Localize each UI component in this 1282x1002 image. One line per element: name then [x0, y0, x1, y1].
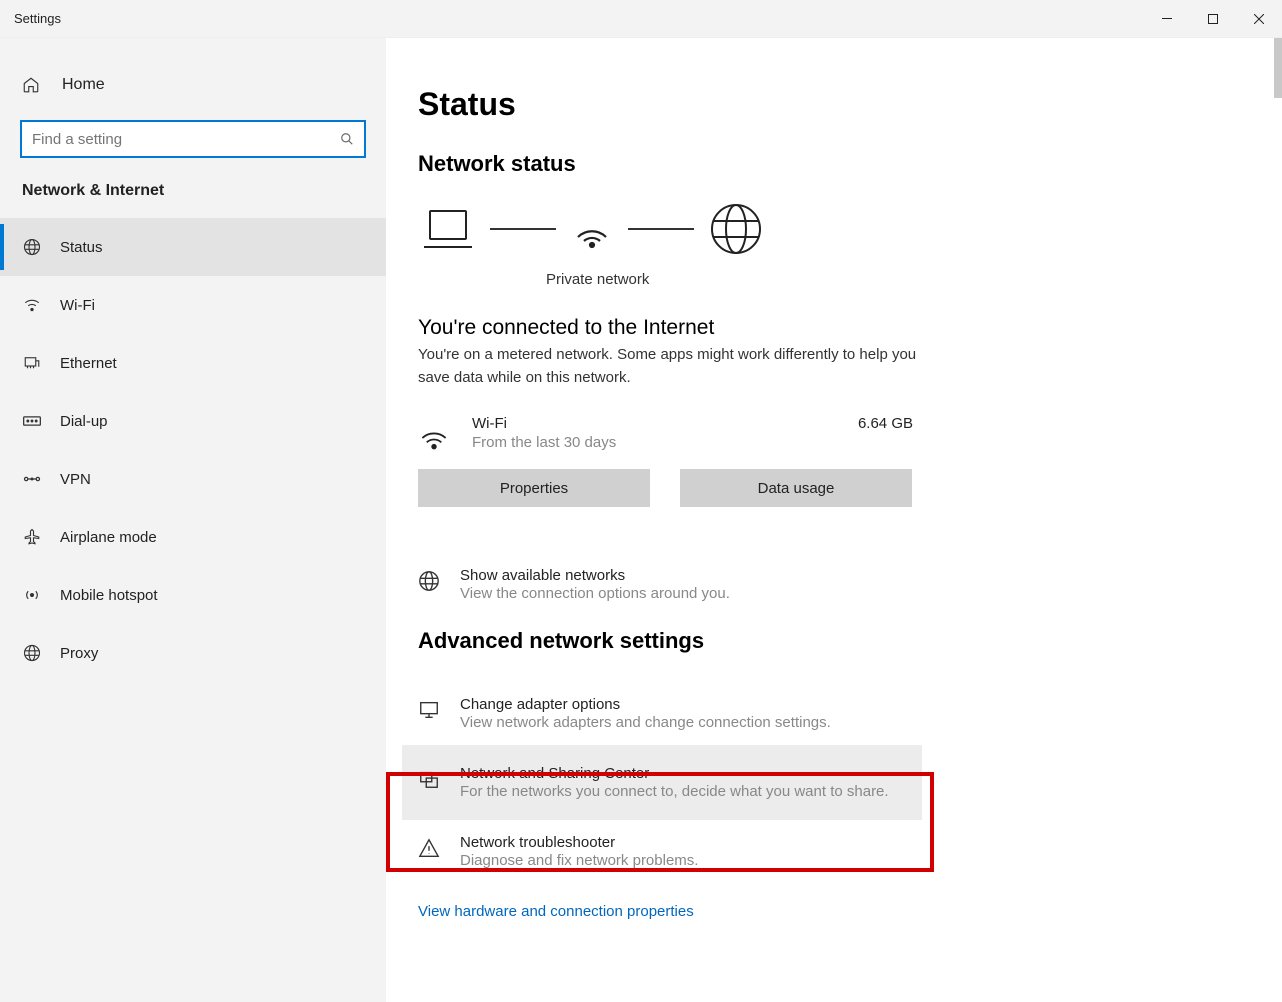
- globe-icon: [22, 238, 42, 256]
- network-diagram: [420, 201, 1282, 257]
- home-label: Home: [62, 76, 105, 94]
- properties-button[interactable]: Properties: [418, 469, 650, 507]
- airplane-icon: [22, 528, 42, 546]
- usage-row: Wi-Fi From the last 30 days 6.64 GB: [418, 415, 913, 451]
- option-desc: View network adapters and change connect…: [460, 714, 831, 731]
- close-button[interactable]: [1236, 0, 1282, 37]
- network-type: Private network: [546, 271, 1282, 288]
- usage-name: Wi-Fi: [472, 415, 858, 432]
- connector-line: [628, 228, 694, 230]
- window-title: Settings: [0, 11, 61, 26]
- search-box[interactable]: [20, 120, 366, 158]
- main-content: Status Network status Private network Yo…: [386, 38, 1282, 1002]
- hardware-link[interactable]: View hardware and connection properties: [418, 903, 1282, 920]
- option-title: Network and Sharing Center: [460, 765, 889, 782]
- nav-label: Airplane mode: [60, 529, 157, 546]
- vpn-icon: [22, 472, 42, 486]
- page-title: Status: [418, 86, 1282, 123]
- wifi-icon: [22, 296, 42, 314]
- sidebar-item-mobile-hotspot[interactable]: Mobile hotspot: [0, 566, 386, 624]
- advanced-option-network-and-sharing-center[interactable]: Network and Sharing CenterFor the networ…: [402, 745, 922, 820]
- connected-desc: You're on a metered network. Some apps m…: [418, 344, 918, 389]
- sidebar-item-airplane-mode[interactable]: Airplane mode: [0, 508, 386, 566]
- laptop-icon: [420, 207, 476, 251]
- data-usage-button[interactable]: Data usage: [680, 469, 912, 507]
- option-title: Change adapter options: [460, 696, 831, 713]
- search-icon: [340, 132, 354, 146]
- nav-label: Ethernet: [60, 355, 117, 372]
- option-title: Show available networks: [460, 567, 730, 584]
- connected-title: You're connected to the Internet: [418, 316, 1282, 340]
- usage-period: From the last 30 days: [472, 434, 858, 451]
- nav-label: VPN: [60, 471, 91, 488]
- section-title: Network status: [418, 151, 1282, 177]
- nav-label: Wi-Fi: [60, 297, 95, 314]
- minimize-button[interactable]: [1144, 0, 1190, 37]
- advanced-option-change-adapter-options[interactable]: Change adapter optionsView network adapt…: [418, 682, 938, 745]
- wifi-icon: [418, 419, 450, 451]
- wifi-icon: [570, 207, 614, 251]
- sidebar-item-dial-up[interactable]: Dial-up: [0, 392, 386, 450]
- search-input[interactable]: [32, 131, 340, 148]
- sidebar-item-proxy[interactable]: Proxy: [0, 624, 386, 682]
- nav-label: Dial-up: [60, 413, 108, 430]
- sidebar-home[interactable]: Home: [0, 66, 386, 104]
- sidebar-item-vpn[interactable]: VPN: [0, 450, 386, 508]
- option-desc: For the networks you connect to, decide …: [460, 783, 889, 800]
- sidebar: Home Network & Internet Status Wi-Fi Ether…: [0, 38, 386, 1002]
- nav-label: Status: [60, 239, 103, 256]
- nav-list: Status Wi-Fi Ethernet Dial-up VPN Airplane mo…: [0, 218, 386, 1002]
- hotspot-icon: [22, 586, 42, 604]
- connector-line: [490, 228, 556, 230]
- window-controls: [1144, 0, 1282, 37]
- option-desc: View the connection options around you.: [460, 585, 730, 602]
- sidebar-item-ethernet[interactable]: Ethernet: [0, 334, 386, 392]
- titlebar: Settings: [0, 0, 1282, 38]
- option-title: Network troubleshooter: [460, 834, 698, 851]
- home-icon: [22, 76, 40, 94]
- advanced-option-network-troubleshooter[interactable]: Network troubleshooterDiagnose and fix n…: [418, 820, 938, 883]
- globe-icon: [418, 570, 442, 592]
- globe-icon: [708, 201, 764, 257]
- share-icon: [418, 768, 442, 790]
- sidebar-item-wi-fi[interactable]: Wi-Fi: [0, 276, 386, 334]
- sidebar-item-status[interactable]: Status: [0, 218, 386, 276]
- advanced-title: Advanced network settings: [418, 628, 1282, 654]
- dialup-icon: [22, 414, 42, 428]
- scrollbar[interactable]: [1274, 38, 1282, 98]
- nav-label: Mobile hotspot: [60, 587, 158, 604]
- globe-icon: [22, 644, 42, 662]
- show-networks-option[interactable]: Show available networks View the connect…: [418, 553, 938, 616]
- ethernet-icon: [22, 354, 42, 372]
- option-desc: Diagnose and fix network problems.: [460, 852, 698, 869]
- monitor-icon: [418, 699, 442, 721]
- warning-icon: [418, 837, 442, 859]
- sidebar-category: Network & Internet: [0, 182, 386, 218]
- nav-label: Proxy: [60, 645, 98, 662]
- usage-amount: 6.64 GB: [858, 415, 913, 432]
- maximize-button[interactable]: [1190, 0, 1236, 37]
